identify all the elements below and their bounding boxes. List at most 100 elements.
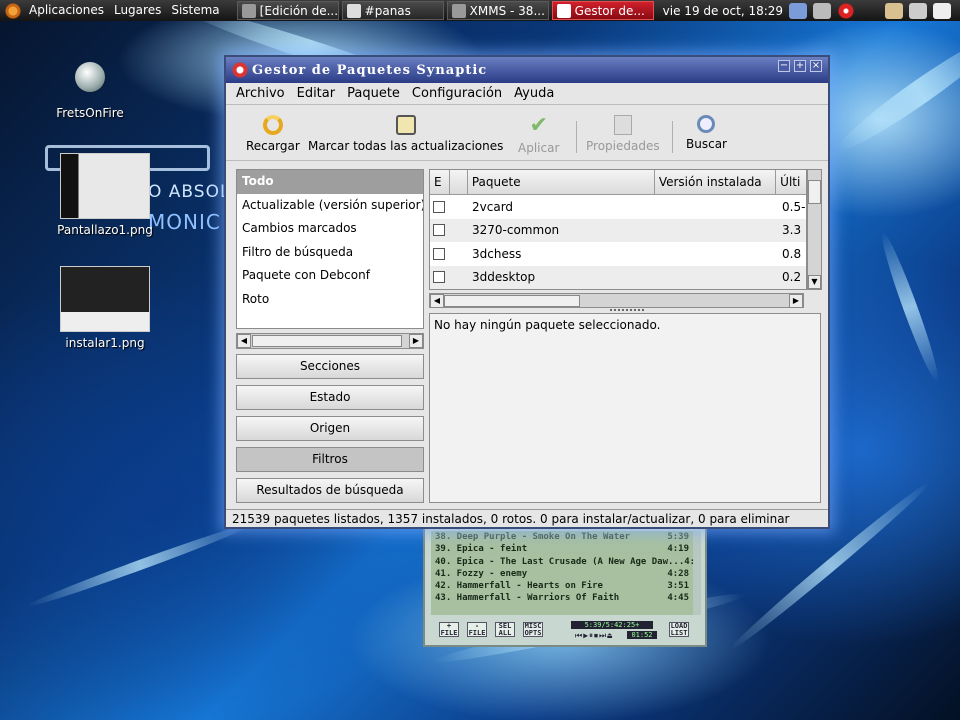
- scroll-left-icon[interactable]: ◀: [430, 294, 444, 308]
- sections-button[interactable]: Secciones: [236, 354, 424, 379]
- package-checkbox[interactable]: [433, 271, 445, 284]
- filters-button[interactable]: Filtros: [236, 447, 424, 472]
- xmms-playlist-window[interactable]: 38. Deep Purple - Smoke On The Water 5:39…: [423, 527, 707, 647]
- package-checkbox[interactable]: [433, 224, 445, 237]
- pane-resize-grip[interactable]: [610, 309, 644, 312]
- task-gestor[interactable]: Gestor de...: [551, 1, 654, 20]
- properties-icon: [613, 115, 632, 135]
- menu-lugares[interactable]: Lugares: [109, 0, 166, 21]
- search-button[interactable]: Buscar: [686, 115, 727, 151]
- table-row[interactable]: 3ddesktop 0.2: [430, 265, 806, 289]
- desktop-icon-instalar1[interactable]: instalar1.png: [50, 266, 160, 350]
- task-xmms[interactable]: XMMS - 38...: [446, 1, 549, 20]
- track-title: 38. Deep Purple - Smoke On The Water: [435, 532, 631, 542]
- menu-paquete[interactable]: Paquete: [347, 86, 400, 101]
- column-latest-version[interactable]: Últi: [776, 170, 806, 194]
- track-time: 4:28: [667, 568, 689, 579]
- task-panas[interactable]: #panas: [341, 1, 444, 20]
- search-label: Buscar: [686, 137, 727, 151]
- package-hscrollbar[interactable]: ◀ ▶: [429, 293, 804, 308]
- filter-item[interactable]: Todo: [237, 170, 423, 194]
- volume-icon[interactable]: [909, 2, 928, 19]
- scroll-thumb[interactable]: [808, 180, 821, 204]
- printer-icon[interactable]: [885, 2, 904, 19]
- package-checkbox[interactable]: [433, 247, 445, 260]
- network-icon[interactable]: [789, 2, 808, 19]
- task-edicion[interactable]: [Edición de...: [236, 1, 339, 20]
- load-list-button[interactable]: LOAD LIST: [669, 622, 689, 637]
- menubar: Archivo Editar Paquete Configuración Ayu…: [226, 83, 828, 105]
- origin-button[interactable]: Origen: [236, 416, 424, 441]
- synaptic-window: Gestor de Paquetes Synaptic − + × Archiv…: [224, 55, 830, 529]
- total-time: 5:39/5:42:25+: [571, 621, 653, 629]
- menu-archivo[interactable]: Archivo: [236, 86, 285, 101]
- filter-item[interactable]: Actualizable (versión superior): [237, 194, 423, 218]
- menu-ayuda[interactable]: Ayuda: [514, 86, 554, 101]
- filter-item[interactable]: Filtro de búsqueda: [237, 241, 423, 265]
- playlist-row[interactable]: 43. Hammerfall - Warriors Of Faith 4:45: [431, 592, 693, 604]
- package-checkbox[interactable]: [433, 200, 445, 213]
- status-button[interactable]: Estado: [236, 385, 424, 410]
- scroll-right-icon[interactable]: ▶: [409, 334, 423, 348]
- mark-all-upgrades-button[interactable]: Marcar todas las actualizaciones: [308, 115, 503, 153]
- playlist-row[interactable]: 39. Epica - feint 4:19: [431, 543, 693, 555]
- status-bar: 21539 paquetes listados, 1357 instalados…: [226, 509, 828, 527]
- package-name: 3ddesktop: [472, 270, 536, 285]
- table-row[interactable]: 3270-common 3.3: [430, 218, 806, 242]
- scroll-down-icon[interactable]: ▼: [808, 275, 821, 289]
- menu-aplicaciones[interactable]: Aplicaciones: [24, 0, 109, 21]
- column-package[interactable]: Paquete: [468, 170, 655, 194]
- menu-editar[interactable]: Editar: [297, 86, 336, 101]
- track-title: 43. Hammerfall - Warriors Of Faith: [435, 593, 620, 604]
- devices-icon[interactable]: [813, 2, 832, 19]
- select-all-button[interactable]: SEL ALL: [495, 622, 515, 637]
- filter-hscrollbar[interactable]: ◀ ▶: [236, 333, 424, 349]
- trash-icon[interactable]: [933, 2, 952, 19]
- playlist-row[interactable]: 41. Fozzy - enemy 4:28: [431, 568, 693, 580]
- playlist-row[interactable]: 40. Epica - The Last Crusade (A New Age …: [431, 556, 693, 568]
- reload-button[interactable]: Recargar: [246, 115, 300, 153]
- column-support[interactable]: [450, 170, 468, 194]
- scroll-right-icon[interactable]: ▶: [789, 294, 803, 308]
- filter-item[interactable]: Roto: [237, 288, 423, 312]
- filter-item[interactable]: Cambios marcados: [237, 217, 423, 241]
- add-file-button[interactable]: + FILE: [439, 622, 459, 637]
- menu-configuracion[interactable]: Configuración: [412, 86, 502, 101]
- column-status[interactable]: E: [430, 170, 450, 194]
- track-title: 39. Epica - feint: [435, 544, 528, 555]
- package-vscrollbar[interactable]: ▼: [807, 169, 822, 290]
- close-button[interactable]: ×: [810, 60, 822, 72]
- playlist-scrollbar[interactable]: [693, 531, 701, 615]
- playback-controls[interactable]: ⏮▶⏸⏹⏭⏏: [575, 631, 613, 641]
- gimp-icon: [241, 3, 256, 18]
- desktop-icon-fretsonfire[interactable]: FretsOnFire: [40, 62, 140, 120]
- task-label: XMMS - 38...: [469, 3, 545, 18]
- menu-sistema[interactable]: Sistema: [166, 0, 224, 21]
- desktop-icon-pantallazo1[interactable]: Pantallazo1.png: [50, 153, 160, 237]
- wallpaper-streak: [831, 24, 960, 160]
- minimize-button[interactable]: −: [778, 60, 790, 72]
- table-row[interactable]: 3dchess 0.8: [430, 242, 806, 266]
- ubuntu-logo-icon[interactable]: [4, 1, 22, 20]
- clock[interactable]: vie 19 de oct, 18:29: [663, 4, 783, 18]
- maximize-button[interactable]: +: [794, 60, 806, 72]
- playlist-row[interactable]: 38. Deep Purple - Smoke On The Water 5:39: [431, 531, 693, 543]
- filter-item[interactable]: Paquete con Debconf: [237, 264, 423, 288]
- synaptic-icon: [556, 3, 571, 18]
- checkmark-icon: ✔: [529, 113, 548, 138]
- properties-button[interactable]: Propiedades: [586, 115, 660, 153]
- no-entry-icon[interactable]: [837, 2, 856, 19]
- misc-options-button[interactable]: MISC OPTS: [523, 622, 543, 637]
- table-row[interactable]: 2vcard 0.5-: [430, 195, 806, 219]
- desktop-icon-label: Pantallazo1.png: [57, 223, 153, 237]
- column-installed-version[interactable]: Versión instalada: [655, 170, 777, 194]
- remove-file-button[interactable]: - FILE: [467, 622, 487, 637]
- scroll-thumb[interactable]: [252, 335, 402, 347]
- search-results-button[interactable]: Resultados de búsqueda: [236, 478, 424, 503]
- window-titlebar[interactable]: Gestor de Paquetes Synaptic: [226, 57, 828, 83]
- scroll-left-icon[interactable]: ◀: [237, 334, 251, 348]
- scroll-thumb[interactable]: [444, 295, 580, 307]
- package-latest: 0.2: [782, 270, 802, 285]
- playlist-row[interactable]: 42. Hammerfall - Hearts on Fire 3:51: [431, 580, 693, 592]
- apply-button[interactable]: ✔ Aplicar: [518, 113, 559, 156]
